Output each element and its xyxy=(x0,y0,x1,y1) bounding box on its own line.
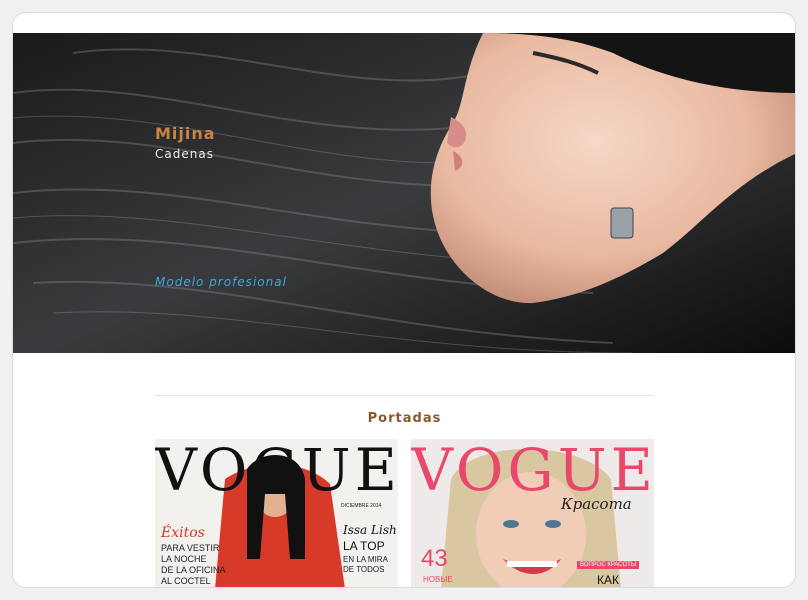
hero-image xyxy=(13,33,795,353)
cover-line: DE LA OFICINA xyxy=(161,565,226,575)
section-divider xyxy=(155,395,654,396)
cover-issue: DICIEMBRE 2014 xyxy=(341,503,382,509)
magazine-cover[interactable]: VOGUE DICIEMBRE 2014 Éxitos PARA VESTIR … xyxy=(155,439,398,587)
cover-line: PARA VESTIR xyxy=(161,543,220,553)
hero-surname: Cadenas xyxy=(155,147,214,161)
cover-badge: ВОПРОС КРАСОТЫ xyxy=(577,561,640,569)
magazine-cover[interactable]: VOGUE Красота 43 НОВЫЕ ВОПРОС КРАСОТЫ КА… xyxy=(411,439,654,587)
cover-line: LA TOP xyxy=(343,539,385,553)
cover-subtitle: Красота xyxy=(561,495,632,513)
cover-number: 43 xyxy=(421,545,448,572)
cover-headline-left: Éxitos xyxy=(161,525,205,541)
cover-line: LA NOCHE xyxy=(161,554,207,564)
hero-tagline: Modelo profesional xyxy=(155,275,287,289)
page-frame: Mijina Cadenas Modelo profesional Portad… xyxy=(12,12,796,588)
cover-line: AL COCTEL xyxy=(161,576,211,586)
cover-headline-right: Issa Lish xyxy=(343,523,397,537)
cover-masthead: VOGUE xyxy=(155,439,398,504)
hero-name: Mijina xyxy=(155,124,216,143)
section-title: Portadas xyxy=(367,411,442,426)
cover-line: НОВЫЕ xyxy=(423,575,453,584)
cover-line: EN LA MIRA xyxy=(343,555,388,564)
cover-line: DE TODOS xyxy=(343,565,385,574)
hero-banner: Mijina Cadenas Modelo profesional xyxy=(13,33,795,353)
cover-word: КАК xyxy=(597,573,619,587)
